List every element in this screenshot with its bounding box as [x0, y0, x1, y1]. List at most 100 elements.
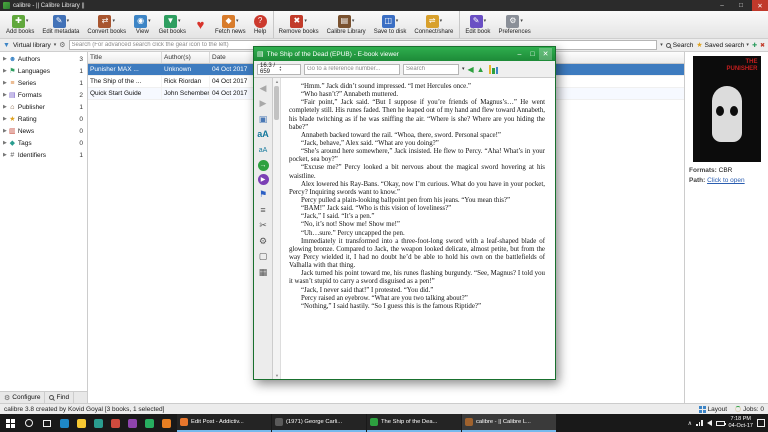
toolbar-button-add-books[interactable]: ▾ Add books [2, 11, 38, 38]
viewer-tool-copy[interactable] [257, 113, 270, 125]
viewer-tool-decrease-font[interactable] [257, 144, 270, 156]
viewer-tool-bookmark[interactable] [257, 189, 270, 201]
viewer-tool-table-of-contents[interactable] [257, 204, 270, 216]
minimize-button[interactable]: – [714, 0, 730, 11]
search-history-dropdown-icon[interactable]: ▾ [660, 42, 663, 48]
dropdown-arrow-icon[interactable]: ▾ [67, 18, 70, 24]
expand-arrow-icon[interactable]: ▶ [3, 56, 7, 62]
pinned-app[interactable] [56, 414, 73, 432]
close-button[interactable]: ✕ [752, 0, 768, 11]
virtual-library-button[interactable]: Virtual library [13, 42, 51, 49]
tag-browser-item-identifiers[interactable]: ▶ Identifiers 1 [0, 149, 87, 161]
column-header-authors[interactable]: Author(s) [162, 52, 210, 63]
column-header-date[interactable]: Date [210, 52, 254, 63]
toolbar-button-help[interactable]: ▾ Help [250, 11, 271, 38]
search-button[interactable]: Search [666, 42, 694, 49]
saved-search-button[interactable]: ★ Saved search ▾ [696, 41, 749, 49]
expand-arrow-icon[interactable]: ▶ [3, 116, 7, 122]
clock[interactable]: 7:18 PM 04-Oct-17 [729, 416, 753, 429]
toolbar-button-save-to-disk[interactable]: ▾ Save to disk [370, 11, 411, 38]
dropdown-arrow-icon[interactable]: ▾ [396, 18, 399, 24]
toolbar-button-connect-share[interactable]: ▾ Connect/share [410, 11, 457, 38]
pinned-app[interactable] [124, 414, 141, 432]
search-gear-icon[interactable]: ⚙ [59, 41, 65, 49]
jobs-indicator[interactable]: Jobs: 0 [735, 406, 764, 413]
delete-saved-search-icon[interactable]: ✖ [760, 42, 765, 49]
hidden-icons-button[interactable]: ∧ [688, 420, 692, 427]
viewer-tool-increase-font[interactable] [257, 129, 270, 141]
viewer-tool-scissors[interactable] [257, 220, 270, 232]
book-text[interactable]: “Hmm.” Jack didn’t sound impressed. “I m… [281, 78, 555, 379]
page-position-spinner[interactable]: 16.3 / 659 ▴▾ [257, 64, 301, 75]
toolbar-button-calibre-library[interactable]: ▾ Calibre Library [323, 11, 370, 38]
viewer-tool-print[interactable] [257, 266, 270, 278]
formats-value[interactable]: CBR [719, 167, 733, 174]
toc-toggle-icon[interactable] [489, 65, 499, 74]
spinner-arrows-icon[interactable]: ▴▾ [280, 66, 300, 73]
action-center-button[interactable] [757, 419, 765, 427]
toolbar-button-view[interactable]: ▾ View [130, 11, 155, 38]
pinned-app[interactable] [141, 414, 158, 432]
dropdown-arrow-icon[interactable]: ▾ [112, 18, 115, 24]
find-button[interactable]: Find [45, 392, 74, 403]
dropdown-arrow-icon[interactable]: ▾ [304, 18, 307, 24]
taskbar-window-button[interactable]: (1971) George Carli... [272, 414, 366, 432]
dropdown-arrow-icon[interactable]: ▾ [148, 18, 151, 24]
tag-browser-item-rating[interactable]: ▶ Rating 0 [0, 113, 87, 125]
expand-arrow-icon[interactable]: ▶ [3, 104, 7, 110]
viewer-maximize-button[interactable]: □ [526, 48, 539, 60]
toolbar-button-edit-metadata[interactable]: ▾ Edit metadata [38, 11, 83, 38]
viewer-search-input[interactable] [403, 64, 459, 75]
tag-browser-item-publisher[interactable]: ▶ Publisher 1 [0, 101, 87, 113]
tag-browser-item-news[interactable]: ▶ News 0 [0, 125, 87, 137]
reference-number-input[interactable] [304, 64, 400, 75]
viewer-tool-reference-mode[interactable] [258, 160, 269, 171]
expand-arrow-icon[interactable]: ▶ [3, 80, 7, 86]
virtual-library-dropdown-icon[interactable]: ▾ [54, 42, 57, 48]
viewer-titlebar[interactable]: ▤ The Ship of the Dead (EPUB) - E-book v… [254, 47, 555, 61]
dropdown-arrow-icon[interactable]: ▾ [440, 18, 443, 24]
viewer-close-button[interactable]: ✕ [539, 48, 552, 60]
volume-icon[interactable] [707, 420, 712, 426]
network-icon[interactable] [696, 420, 703, 426]
tag-browser-item-series[interactable]: ▶ Series 1 [0, 77, 87, 89]
tag-browser-item-tags[interactable]: ▶ Tags 0 [0, 137, 87, 149]
expand-arrow-icon[interactable]: ▶ [3, 92, 7, 98]
viewer-tool-fullscreen[interactable] [257, 251, 270, 263]
toolbar-button-preferences[interactable]: ▾ Preferences [494, 11, 534, 38]
tag-browser-item-authors[interactable]: ▶ Authors 3 [0, 53, 87, 65]
find-previous-button[interactable]: ◀ [468, 65, 474, 74]
dropdown-arrow-icon[interactable]: ▾ [236, 18, 239, 24]
toolbar-button-edit-book[interactable]: ▾ Edit book [459, 11, 494, 38]
dropdown-arrow-icon[interactable]: ▾ [520, 18, 523, 24]
viewer-tool-read-aloud[interactable] [258, 174, 269, 185]
pinned-app[interactable] [90, 414, 107, 432]
pinned-app[interactable] [107, 414, 124, 432]
dropdown-arrow-icon[interactable]: ▾ [178, 18, 181, 24]
expand-arrow-icon[interactable]: ▶ [3, 152, 7, 158]
toolbar-button-fetch-news[interactable]: ▾ Fetch news [211, 11, 250, 38]
viewer-scrollbar[interactable]: ▲ ▼ [273, 78, 281, 379]
tag-browser-item-languages[interactable]: ▶ Languages 1 [0, 65, 87, 77]
search-options-dropdown-icon[interactable]: ▾ [462, 66, 465, 72]
viewer-minimize-button[interactable]: – [513, 48, 526, 60]
start-button[interactable] [0, 414, 20, 432]
column-header-title[interactable]: Title [88, 52, 162, 63]
pinned-app[interactable] [158, 414, 175, 432]
find-next-button[interactable]: ▲ [477, 65, 485, 74]
add-saved-search-icon[interactable]: ✚ [752, 42, 757, 49]
toolbar-button-convert-books[interactable]: ▾ Convert books [83, 11, 130, 38]
dropdown-arrow-icon[interactable]: ▾ [484, 18, 487, 24]
dropdown-arrow-icon[interactable]: ▾ [26, 18, 29, 24]
pinned-app[interactable] [73, 414, 90, 432]
expand-arrow-icon[interactable]: ▶ [3, 68, 7, 74]
configure-button[interactable]: ⚙ Configure [0, 392, 45, 403]
taskbar-window-button[interactable]: Edit Post - Addictiv... [177, 414, 271, 432]
scroll-up-icon[interactable]: ▲ [273, 79, 281, 84]
scroll-down-icon[interactable]: ▼ [273, 373, 281, 378]
layout-button[interactable]: Layout [699, 406, 728, 413]
viewer-tool-preferences[interactable] [257, 235, 270, 247]
viewer-tool-next-page[interactable] [257, 98, 270, 110]
book-cover[interactable]: THE PUNISHER [693, 56, 761, 162]
taskbar-window-button[interactable]: calibre - || Calibre L... [462, 414, 556, 432]
